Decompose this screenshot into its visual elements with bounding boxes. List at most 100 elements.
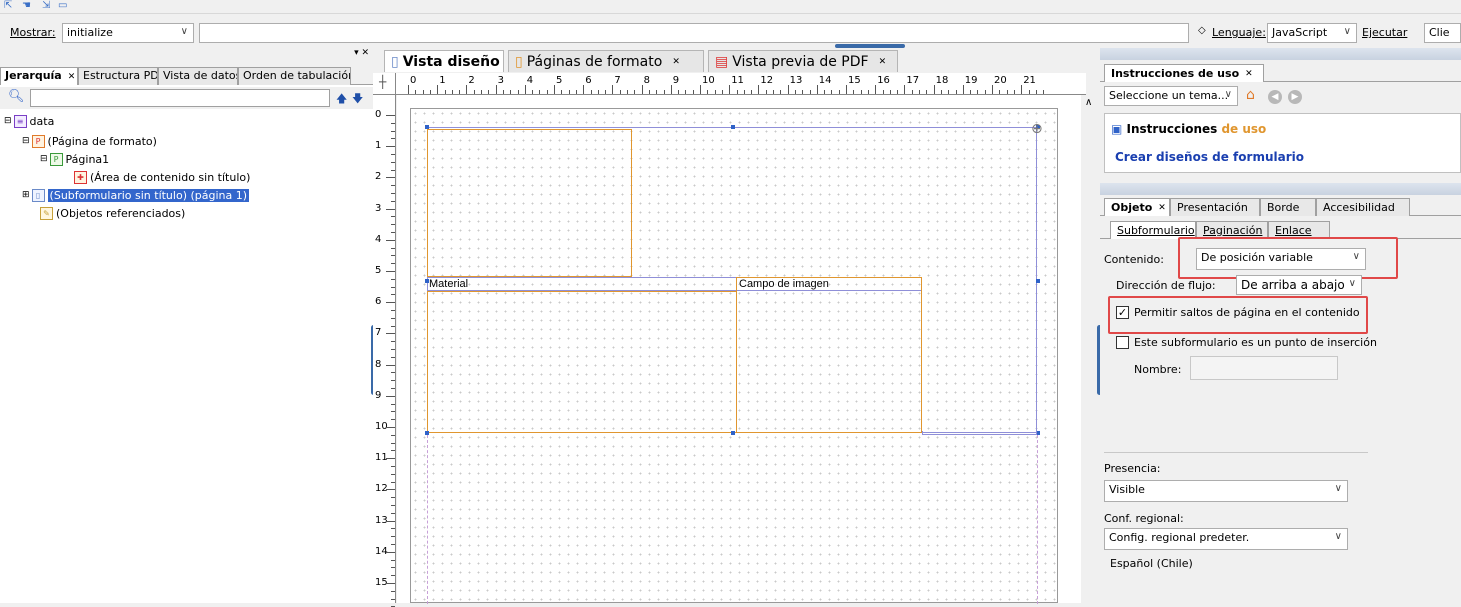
language-select[interactable]: JavaScript ∨ [1267,23,1357,43]
form-page[interactable]: Material Campo de imagen ⊕ [410,108,1058,604]
select-tool-icon[interactable]: ⇲ [42,0,50,11]
name-label: Nombre: [1134,363,1182,376]
arrow-down-icon[interactable]: 🡇 [352,90,363,109]
ruler-tick [391,466,395,467]
tree-item-page1[interactable]: ⊟ P Página1 [40,151,109,167]
panel-close-icon[interactable]: ▾ ✕ [354,48,369,58]
ruler-tick [391,473,395,475]
tree-label-selected: (Subformulario sin título) (página 1) [47,188,250,202]
splitter[interactable] [373,47,380,73]
collapse-icon[interactable]: ⊟ [40,154,48,164]
close-icon[interactable]: ✕ [879,57,887,67]
tree-item-subform[interactable]: ⊞ ▯ (Subformulario sin título) (página 1… [22,187,250,203]
close-icon[interactable]: ✕ [1158,203,1166,213]
tab-border[interactable]: Borde [1260,198,1316,216]
ruler-tick [391,575,395,577]
resize-handle[interactable] [731,125,735,129]
insertion-point-checkbox[interactable] [1116,336,1129,349]
tab-tab-order-label: Orden de tabulación [243,69,351,82]
hand-tool-icon[interactable]: ☚ [22,0,31,11]
collapse-icon[interactable]: ⊟ [22,136,30,146]
back-icon[interactable]: ◀ [1268,90,1282,104]
tab-presentation[interactable]: Presentación [1170,198,1260,216]
resize-handle[interactable] [1036,279,1040,283]
image-tool-icon[interactable]: ▭ [58,0,67,11]
resize-handle[interactable] [425,279,429,283]
tree-item-data[interactable]: ⊟ ≡ data [4,113,54,129]
search-input[interactable] [30,89,330,107]
tab-tab-order[interactable]: Orden de tabulación [238,67,351,85]
script-event-field[interactable] [199,23,1189,43]
tab-data-view-label: Vista de datos [163,69,238,82]
ruler-tick-label: 16 [877,75,890,86]
ruler-tick [391,185,395,187]
ruler-tick [391,263,395,265]
locale-label: Conf. regional: [1104,512,1184,525]
tab-hierarchy[interactable]: Jerarquía ✕ [0,67,78,85]
panel-header-band [1100,183,1461,195]
close-icon[interactable]: ✕ [672,57,680,67]
forward-icon[interactable]: ▶ [1288,90,1302,104]
help-link[interactable]: Crear diseños de formulario [1115,150,1304,164]
ruler-tick [391,310,395,311]
expand-icon[interactable]: ⊞ [22,190,30,200]
close-icon[interactable]: ✕ [1245,69,1253,79]
ruler-tick [721,90,723,94]
tab-design-view[interactable]: ▯ Vista diseño [384,50,504,72]
tab-accessibility[interactable]: Accesibilidad [1316,198,1410,216]
book-icon: ▣ [1111,122,1123,136]
ruler-tick [386,458,395,460]
topic-select[interactable]: Seleccione un tema... ∨ [1104,86,1238,106]
close-icon[interactable]: ✕ [68,72,76,82]
content-block[interactable] [427,129,632,277]
execute-label: Ejecutar [1362,26,1408,39]
tab-pdf-preview[interactable]: ▤ Vista previa de PDF ✕ [708,50,898,72]
arrow-up-icon[interactable]: 🡅 [336,90,347,109]
right-panel: Instrucciones de uso ✕ Seleccione un tema… [1100,47,1461,603]
home-icon[interactable]: ⌂ [1246,87,1255,103]
locale-select[interactable]: Config. regional predeter. ∨ [1104,528,1348,550]
tree-item-master-pages[interactable]: ⊟ P (Página de formato) [22,133,157,149]
presence-select[interactable]: Visible ∨ [1104,480,1348,502]
ruler-tick [897,90,899,94]
ruler-tick [391,567,395,569]
ruler-tick [816,85,818,94]
tab-presentation-label: Presentación [1177,201,1248,214]
collapse-handle-top[interactable] [835,44,905,48]
content-area-icon: ✚ [74,170,87,184]
tree-item-referenced[interactable]: ✎ (Objetos referenciados) [40,205,185,221]
tab-help[interactable]: Instrucciones de uso ✕ [1104,64,1264,82]
tab-border-label: Borde [1267,201,1300,214]
ruler-tick [391,419,395,421]
tab-pdf-structure[interactable]: Estructura PDF [78,67,158,85]
spin-icon[interactable]: ◇ [1198,25,1206,36]
resize-handle[interactable] [731,431,735,435]
ruler-tick [391,450,395,452]
show-event-value: initialize [67,26,113,39]
ruler-tick [751,90,753,94]
material-field[interactable] [427,291,737,433]
tab-object[interactable]: Objeto ✕ [1104,198,1170,216]
collapse-icon[interactable]: ⊟ [4,116,12,126]
vertical-scrollbar[interactable]: ∧ [1081,95,1098,603]
separator [1104,452,1368,453]
scroll-up-icon[interactable]: ∧ [1085,97,1092,108]
show-event-select[interactable]: initialize ∨ [62,23,194,43]
search-icon[interactable]: 🔍︎ [8,89,25,104]
ruler-tick [391,388,395,389]
tab-data-view[interactable]: Vista de datos [158,67,238,85]
image-field[interactable] [736,277,922,433]
tab-master-pages[interactable]: ▯ Páginas de formato ✕ [508,50,704,72]
presence-label: Presencia: [1104,462,1161,475]
topic-select-value: Seleccione un tema... [1109,89,1229,102]
pointer-tool-icon[interactable]: ⇱ [4,0,12,11]
flow-select[interactable]: De arriba a abajo ∨ [1236,275,1362,295]
ruler-tick [889,90,891,94]
locale-note: Español (Chile) [1110,557,1193,570]
ruler-tick [860,90,862,94]
ruler-tick [391,528,395,530]
name-input[interactable] [1190,356,1338,380]
resize-handle[interactable] [425,125,429,129]
client-select[interactable]: Clie [1424,23,1461,43]
tree-item-content-area[interactable]: ✚ (Área de contenido sin título) [74,169,250,185]
